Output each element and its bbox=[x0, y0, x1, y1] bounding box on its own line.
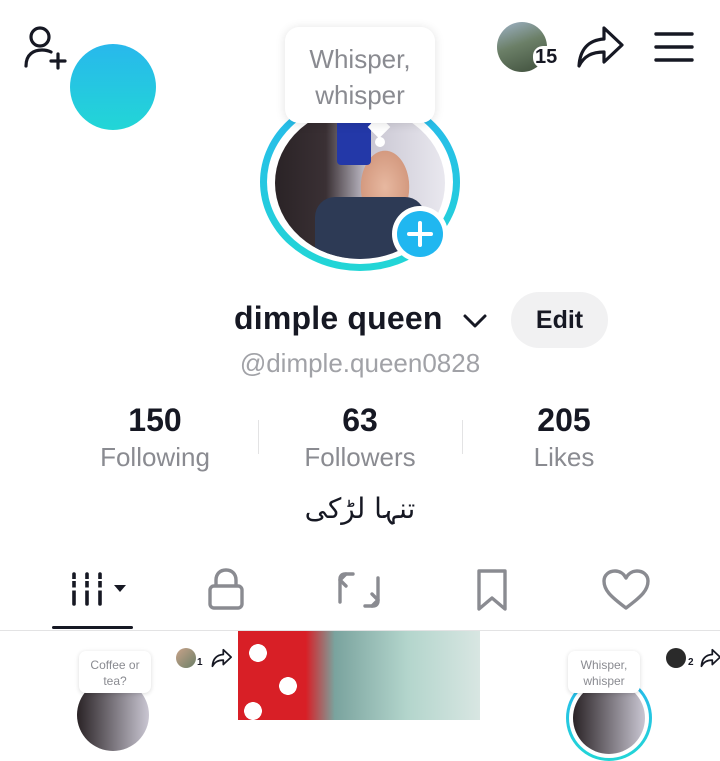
tab-favorites[interactable] bbox=[462, 566, 522, 614]
menu-icon[interactable] bbox=[652, 28, 696, 66]
profile-bio: تنہا لڑکی bbox=[304, 492, 416, 525]
edit-profile-button[interactable]: Edit bbox=[511, 292, 608, 348]
stat-divider bbox=[462, 420, 463, 454]
mini-note-bubble: Coffee or tea? bbox=[79, 651, 151, 693]
tab-liked[interactable] bbox=[596, 566, 656, 614]
share-icon bbox=[700, 648, 720, 668]
following-count[interactable]: 150 bbox=[55, 402, 255, 439]
active-tab-indicator bbox=[52, 626, 133, 629]
likes-label[interactable]: Likes bbox=[464, 442, 664, 473]
tab-videos[interactable] bbox=[64, 566, 126, 614]
followers-label[interactable]: Followers bbox=[260, 442, 460, 473]
mini-count: 1 bbox=[197, 657, 203, 668]
following-label[interactable]: Following bbox=[55, 442, 255, 473]
likes-count[interactable]: 205 bbox=[464, 402, 664, 439]
mini-note-bubble: Whisper, whisper bbox=[568, 651, 640, 693]
bookmark-icon bbox=[477, 569, 507, 611]
bubble-dot bbox=[375, 137, 385, 147]
story-note-bubble[interactable]: Whisper, whisper bbox=[285, 27, 435, 123]
video-thumbnail[interactable] bbox=[238, 631, 480, 720]
chevron-down-icon[interactable] bbox=[462, 312, 488, 330]
grid-icon bbox=[70, 572, 126, 606]
plus-icon[interactable] bbox=[397, 211, 443, 257]
friends-count-badge: 15 bbox=[533, 46, 560, 68]
repost-icon bbox=[338, 572, 380, 608]
mini-story-ring bbox=[70, 44, 156, 130]
mini-count: 2 bbox=[688, 657, 694, 668]
profile-handle: @dimple.queen0828 bbox=[239, 348, 481, 378]
profile-name: dimple queen bbox=[234, 300, 443, 336]
tab-private[interactable] bbox=[196, 566, 256, 614]
tab-reposts[interactable] bbox=[329, 566, 389, 614]
share-icon[interactable] bbox=[576, 24, 626, 70]
share-icon bbox=[211, 648, 233, 668]
add-friend-icon[interactable] bbox=[22, 24, 72, 70]
lock-icon bbox=[208, 568, 244, 610]
heart-icon bbox=[602, 569, 650, 610]
mini-avatar bbox=[176, 648, 196, 668]
stat-divider bbox=[258, 420, 259, 454]
followers-count[interactable]: 63 bbox=[260, 402, 460, 439]
mini-avatar bbox=[666, 648, 686, 668]
